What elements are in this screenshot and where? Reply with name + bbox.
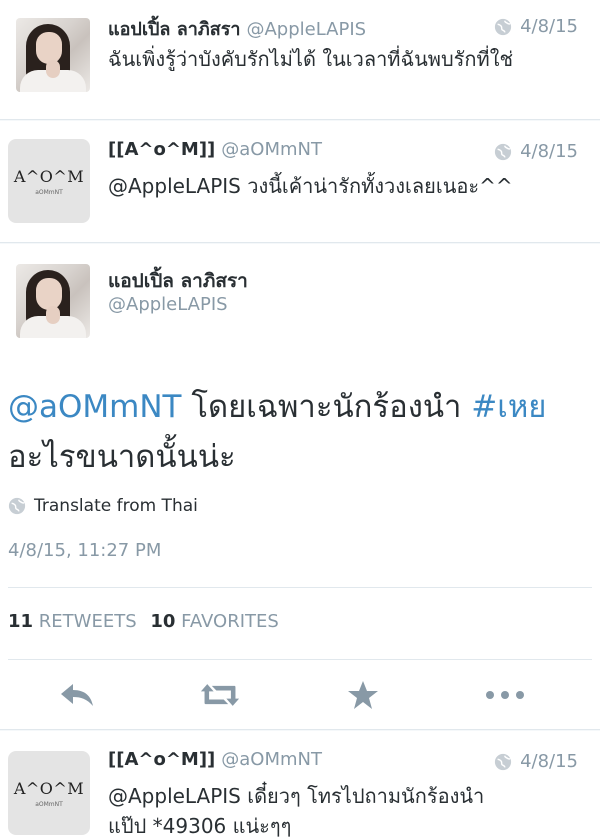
avatar[interactable]: A^O^M aOMmNT — [8, 751, 90, 835]
author-line: [[A^o^M]] @aOMmNT — [108, 139, 322, 160]
author-name[interactable]: [[A^o^M]] — [108, 749, 215, 770]
tweet-text: @AppleLAPIS เดี๋ยวๆ โทรไปถามนักร้องนำ แป… — [108, 781, 588, 839]
author-handle[interactable]: @aOMmNT — [221, 139, 322, 160]
retweets-count: 11 — [8, 611, 34, 632]
avatar-logo-subtext: aOMmNT — [35, 188, 63, 196]
tweet-date[interactable]: 4/8/15 — [520, 751, 578, 772]
main-author-name[interactable]: แอปเปิ้ล ลาภิสรา — [108, 266, 248, 296]
avatar-logo-text: A^O^M — [13, 778, 85, 798]
retweets-stat[interactable]: 11 RETWEETS — [8, 611, 137, 632]
hashtag-link[interactable]: #เหย — [471, 389, 546, 425]
main-tweet-text-middle: โดยเฉพาะนักร้องนำ — [181, 389, 472, 425]
reply-icon — [61, 684, 93, 706]
tweet-meta: 4/8/15 — [494, 141, 578, 162]
reply-button[interactable] — [58, 681, 98, 709]
avatar-logo-text: A^O^M — [13, 166, 85, 186]
tweet-date[interactable]: 4/8/15 — [520, 16, 578, 37]
main-tweet — [0, 244, 600, 730]
avatar-hand — [46, 306, 60, 324]
divider — [8, 659, 592, 660]
retweet-icon — [200, 684, 240, 706]
tweet-text-line2: แป๊ป *49306 แน่ะๆๆ — [108, 814, 292, 838]
main-author-handle[interactable]: @AppleLAPIS — [108, 294, 228, 315]
avatar[interactable] — [16, 264, 90, 338]
avatar-face — [36, 32, 62, 64]
globe-icon — [494, 753, 512, 770]
author-line: [[A^o^M]] @aOMmNT — [108, 749, 322, 770]
globe-icon — [8, 497, 26, 515]
avatar[interactable] — [16, 18, 90, 92]
avatar-face — [36, 278, 62, 310]
tweet-card[interactable]: A^O^M aOMmNT [[A^o^M]] @aOMmNT 4/8/15 @Ap… — [0, 121, 600, 243]
more-button[interactable] — [485, 681, 525, 709]
more-icon — [486, 691, 524, 699]
tweet-meta: 4/8/15 — [494, 751, 578, 772]
tweet-meta: 4/8/15 — [494, 16, 578, 37]
translate-label: Translate from Thai — [34, 496, 198, 516]
author-line: แอปเปิ้ล ลาภิสรา @AppleLAPIS — [108, 14, 366, 43]
author-handle[interactable]: @aOMmNT — [221, 749, 322, 770]
tweet-actions — [0, 663, 600, 727]
avatar[interactable]: A^O^M aOMmNT — [8, 139, 90, 223]
tweet-card[interactable]: A^O^M aOMmNT [[A^o^M]] @aOMmNT 4/8/15 @Ap… — [0, 731, 600, 839]
author-name[interactable]: [[A^o^M]] — [108, 139, 215, 160]
avatar-hand — [46, 60, 60, 78]
main-tweet-text-line2: อะไรขนาดนั้นน่ะ — [8, 439, 236, 475]
favorites-label: FAVORITES — [181, 611, 279, 632]
favorites-count: 10 — [150, 611, 176, 632]
tweet-text: ฉันเพิ่งรู้ว่าบังคับรักไม่ได้ ในเวลาที่ฉ… — [108, 47, 514, 71]
divider — [8, 587, 592, 588]
mention-link[interactable]: @aOMmNT — [8, 389, 181, 425]
tweet-date[interactable]: 4/8/15 — [520, 141, 578, 162]
star-icon — [348, 681, 378, 709]
tweet-text-line1: @AppleLAPIS เดี๋ยวๆ โทรไปถามนักร้องนำ — [108, 784, 485, 808]
favorite-button[interactable] — [343, 681, 383, 709]
tweet-text: @AppleLAPIS วงนี้เค้าน่ารักทั้งวงเลยเนอะ… — [108, 174, 513, 198]
author-handle[interactable]: @AppleLAPIS — [246, 19, 366, 40]
translate-link[interactable]: Translate from Thai — [8, 496, 198, 516]
tweet-card[interactable]: แอปเปิ้ล ลาภิสรา @AppleLAPIS 4/8/15 ฉันเพ… — [0, 0, 600, 120]
globe-icon — [494, 18, 512, 35]
retweets-label: RETWEETS — [38, 611, 137, 632]
author-name[interactable]: แอปเปิ้ล ลาภิสรา — [108, 19, 240, 40]
favorites-stat[interactable]: 10 FAVORITES — [150, 611, 278, 632]
tweet-timestamp: 4/8/15, 11:27 PM — [8, 540, 162, 561]
avatar-logo-subtext: aOMmNT — [35, 800, 63, 808]
retweet-button[interactable] — [200, 681, 240, 709]
main-tweet-text: @aOMmNT โดยเฉพาะนักร้องนำ #เหย อะไรขนาดน… — [8, 382, 588, 482]
globe-icon — [494, 143, 512, 160]
tweet-stats: 11 RETWEETS 10 FAVORITES — [8, 611, 279, 632]
